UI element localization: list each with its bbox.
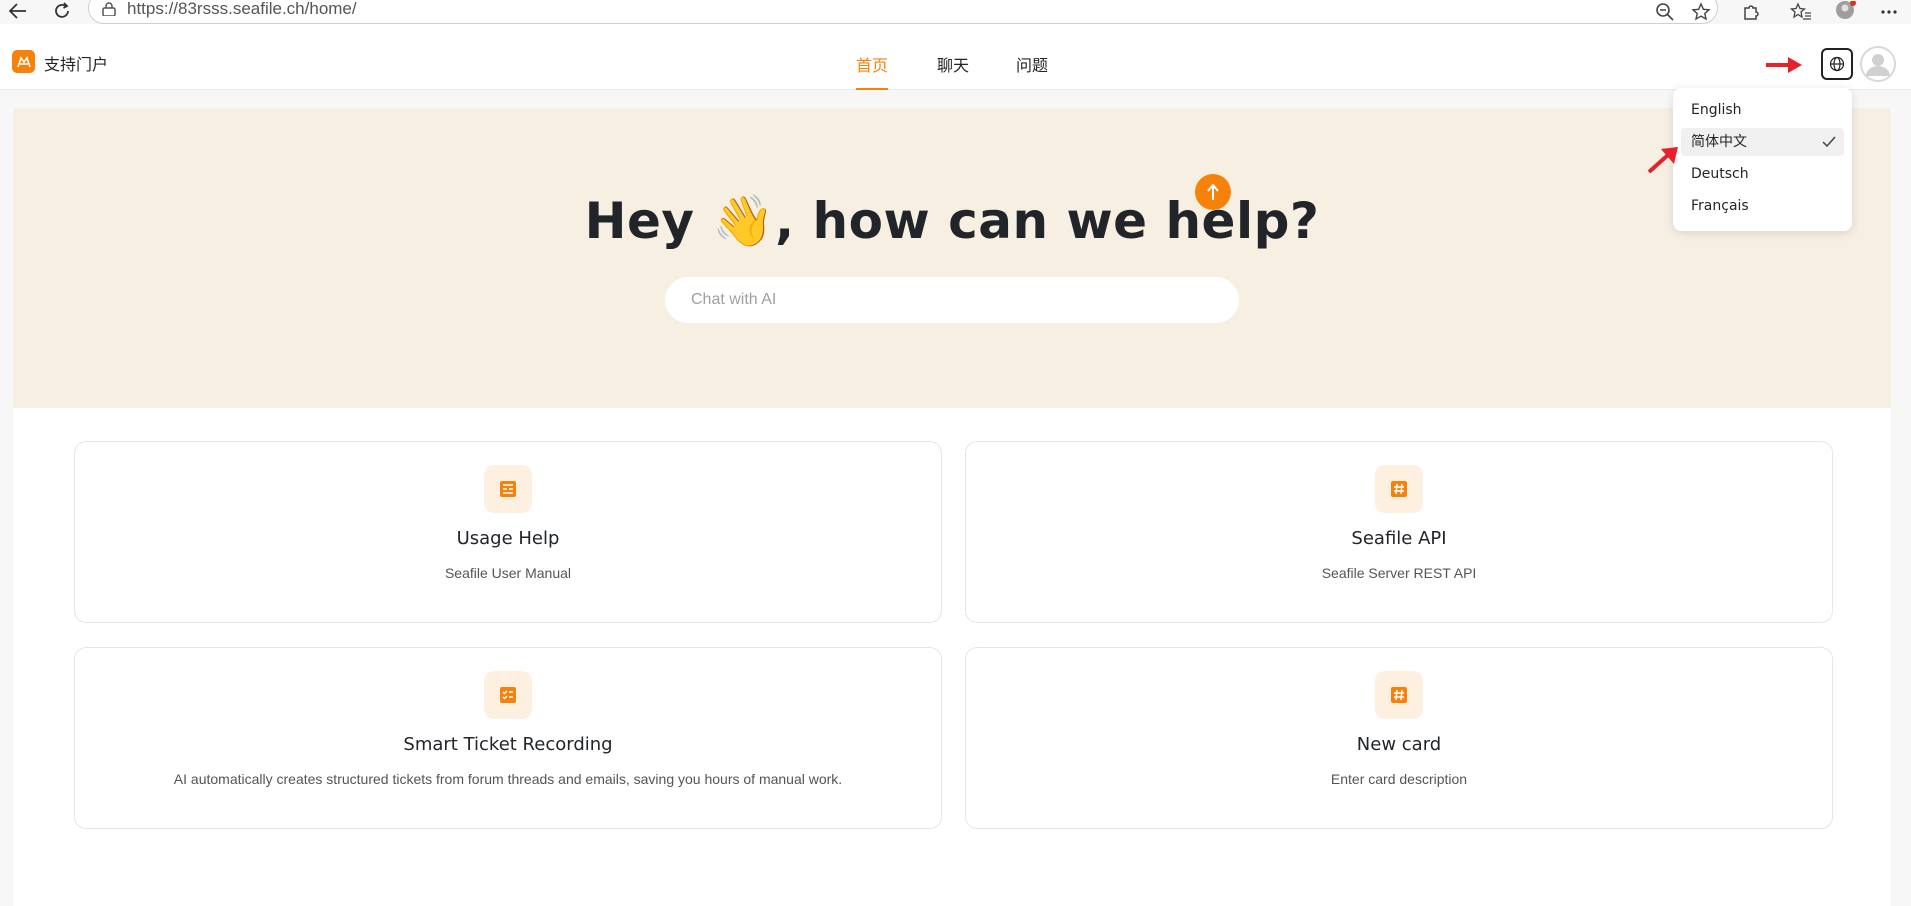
chat-search-box [665, 277, 1239, 323]
extensions-icon[interactable] [1738, 1, 1764, 23]
brand-name[interactable]: 支持门户 [44, 51, 108, 75]
reload-icon[interactable] [50, 0, 74, 22]
zoom-out-icon[interactable] [1652, 1, 1678, 23]
arrow-up-icon [1207, 183, 1219, 200]
card-title: New card [1356, 734, 1442, 755]
document-list-icon [484, 465, 532, 513]
language-option-label: 简体中文 [1691, 134, 1747, 150]
language-option-label: Deutsch [1691, 166, 1749, 182]
favorites-icon[interactable] [1788, 1, 1814, 23]
card-description: Enter card description [1330, 771, 1468, 787]
language-option-label: English [1691, 102, 1742, 118]
annotation-arrow-icon [1647, 147, 1678, 174]
more-menu-icon[interactable] [1876, 1, 1902, 23]
language-option-french[interactable]: Français [1681, 192, 1844, 220]
profile-icon[interactable] [1832, 1, 1858, 23]
card-seafile-api[interactable]: Seafile API Seafile Server REST API [965, 441, 1833, 623]
tab-chat[interactable]: 聊天 [937, 52, 969, 76]
card-description: AI automatically creates structured tick… [173, 771, 843, 787]
card-description: Seafile User Manual [444, 565, 572, 581]
hash-icon [1375, 671, 1423, 719]
language-option-simplified-chinese[interactable]: 简体中文 [1681, 128, 1844, 156]
waving-hand-icon: 👋 [712, 192, 776, 250]
language-option-english[interactable]: English [1681, 96, 1844, 124]
card-description: Seafile Server REST API [1321, 565, 1477, 581]
logo-icon[interactable] [12, 50, 35, 73]
card-title: Smart Ticket Recording [403, 734, 613, 755]
checklist-icon [484, 671, 532, 719]
lock-icon [102, 2, 116, 16]
checkmark-icon [1822, 136, 1836, 148]
back-icon[interactable] [6, 0, 30, 22]
user-avatar[interactable] [1860, 46, 1896, 82]
tab-issues[interactable]: 问题 [1016, 52, 1048, 76]
send-button[interactable] [1195, 174, 1231, 210]
address-bar[interactable]: https://83rsss.seafile.ch/home/ [88, 0, 1718, 24]
card-smart-ticket-recording[interactable]: Smart Ticket Recording AI automatically … [74, 647, 942, 829]
language-option-label: Français [1691, 198, 1749, 214]
language-menu: English 简体中文 Deutsch Français [1673, 88, 1852, 231]
hero-title: Hey 👋, how can we help? [584, 192, 1320, 250]
app-header: 支持门户 首页 聊天 问题 [0, 24, 1911, 90]
active-tab-indicator [856, 88, 888, 90]
hash-icon [1375, 465, 1423, 513]
globe-icon [1829, 56, 1845, 72]
card-usage-help[interactable]: Usage Help Seafile User Manual [74, 441, 942, 623]
card-title: Seafile API [1351, 528, 1447, 549]
chat-input[interactable] [691, 277, 1171, 323]
card-new-card[interactable]: New card Enter card description [965, 647, 1833, 829]
language-button[interactable] [1821, 48, 1853, 80]
card-title: Usage Help [456, 528, 560, 549]
hero-section: Hey 👋, how can we help? [13, 108, 1891, 408]
browser-toolbar: https://83rsss.seafile.ch/home/ [0, 0, 1911, 24]
content-area: Usage Help Seafile User Manual Seafile A… [13, 408, 1891, 906]
annotation-arrow-icon [1766, 57, 1802, 73]
language-option-german[interactable]: Deutsch [1681, 160, 1844, 188]
favorite-star-icon[interactable] [1688, 1, 1714, 23]
url-text: https://83rsss.seafile.ch/home/ [127, 0, 357, 18]
tab-home[interactable]: 首页 [856, 52, 888, 76]
